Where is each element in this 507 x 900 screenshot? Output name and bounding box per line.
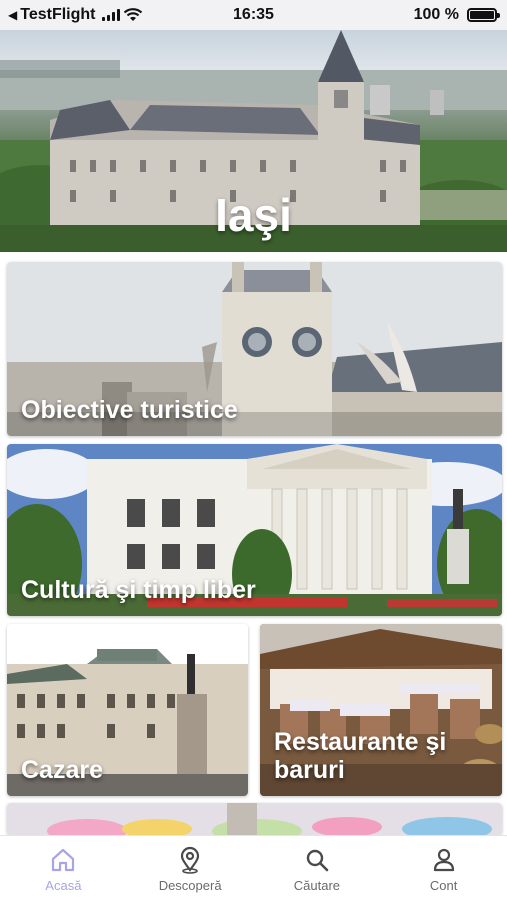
category-card-partial[interactable]: [7, 803, 502, 835]
tab-descopera[interactable]: Descoperă: [127, 836, 254, 900]
battery-percentage: 100 %: [413, 6, 459, 23]
card-label: Restaurante şi baruri: [274, 728, 447, 784]
home-icon: [52, 848, 75, 872]
status-bar: ◀ TestFlight 16:35 100 %: [0, 0, 507, 30]
tab-label: Acasă: [45, 878, 82, 893]
map-pin-icon: [181, 846, 200, 874]
card-label: Cultură şi timp liber: [21, 576, 256, 604]
tab-label: Căutare: [293, 878, 340, 893]
tab-label: Cont: [429, 878, 458, 893]
city-title: Iaşi: [215, 189, 292, 241]
category-card-restaurante-baruri[interactable]: Restaurante şi baruri: [260, 624, 502, 796]
tab-cautare[interactable]: Căutare: [254, 836, 381, 900]
card-label: Cazare: [21, 756, 103, 784]
bottom-tab-bar: Acasă Descoperă Căutare Cont: [0, 835, 507, 900]
tab-cont[interactable]: Cont: [380, 836, 507, 900]
tab-label: Descoperă: [158, 878, 222, 893]
category-card-obiective-turistice[interactable]: Obiective turistice: [7, 262, 502, 436]
search-icon: [306, 849, 329, 872]
user-icon: [433, 848, 454, 872]
colorful-festival-photo: [7, 803, 502, 835]
card-label: Obiective turistice: [21, 396, 238, 424]
category-card-cazare[interactable]: Cazare: [7, 624, 248, 796]
battery-full-icon: [467, 8, 500, 22]
category-card-cultura[interactable]: Cultură şi timp liber: [7, 444, 502, 616]
hero-banner: Iaşi: [0, 30, 507, 252]
tab-acasa[interactable]: Acasă: [0, 836, 127, 900]
